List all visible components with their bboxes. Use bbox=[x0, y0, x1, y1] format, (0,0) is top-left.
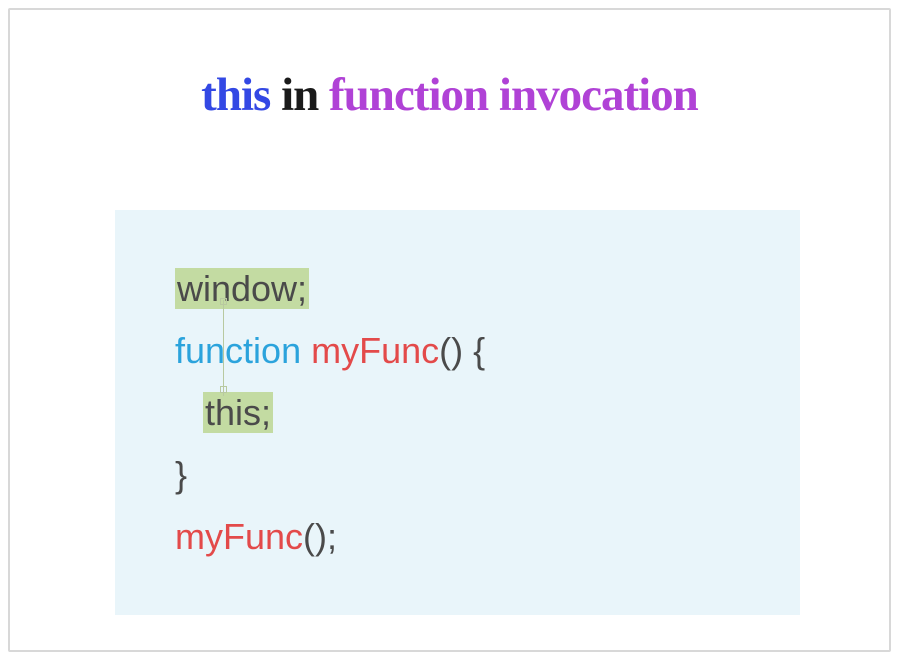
code-block: window; function myFunc() { this; } myFu… bbox=[175, 258, 780, 568]
code-line-1: window; bbox=[175, 258, 780, 320]
call-myfunc: myFunc bbox=[175, 516, 303, 557]
connector-box-bottom bbox=[220, 386, 227, 393]
connector-box-top bbox=[220, 298, 227, 305]
title-word-function-invocation: function invocation bbox=[329, 69, 698, 121]
code-panel: window; function myFunc() { this; } myFu… bbox=[115, 210, 800, 615]
slide-frame: this in function invocation window; func… bbox=[8, 8, 891, 652]
highlighted-window: window; bbox=[175, 268, 309, 309]
code-line-4: } bbox=[175, 444, 780, 506]
title-word-this: this bbox=[201, 69, 270, 121]
code-line-3: this; bbox=[175, 382, 780, 444]
paren-brace-open: () { bbox=[439, 330, 485, 371]
keyword-function: function bbox=[175, 330, 301, 371]
connector-line-bottom bbox=[223, 322, 224, 396]
code-line-5: myFunc(); bbox=[175, 506, 780, 568]
brace-close: } bbox=[175, 454, 187, 495]
function-name-myfunc: myFunc bbox=[311, 330, 439, 371]
code-line-2: function myFunc() { bbox=[175, 320, 780, 382]
highlighted-this: this; bbox=[203, 392, 273, 433]
call-paren: (); bbox=[303, 516, 337, 557]
title-word-in: in bbox=[281, 69, 318, 121]
slide-title: this in function invocation bbox=[10, 68, 889, 122]
